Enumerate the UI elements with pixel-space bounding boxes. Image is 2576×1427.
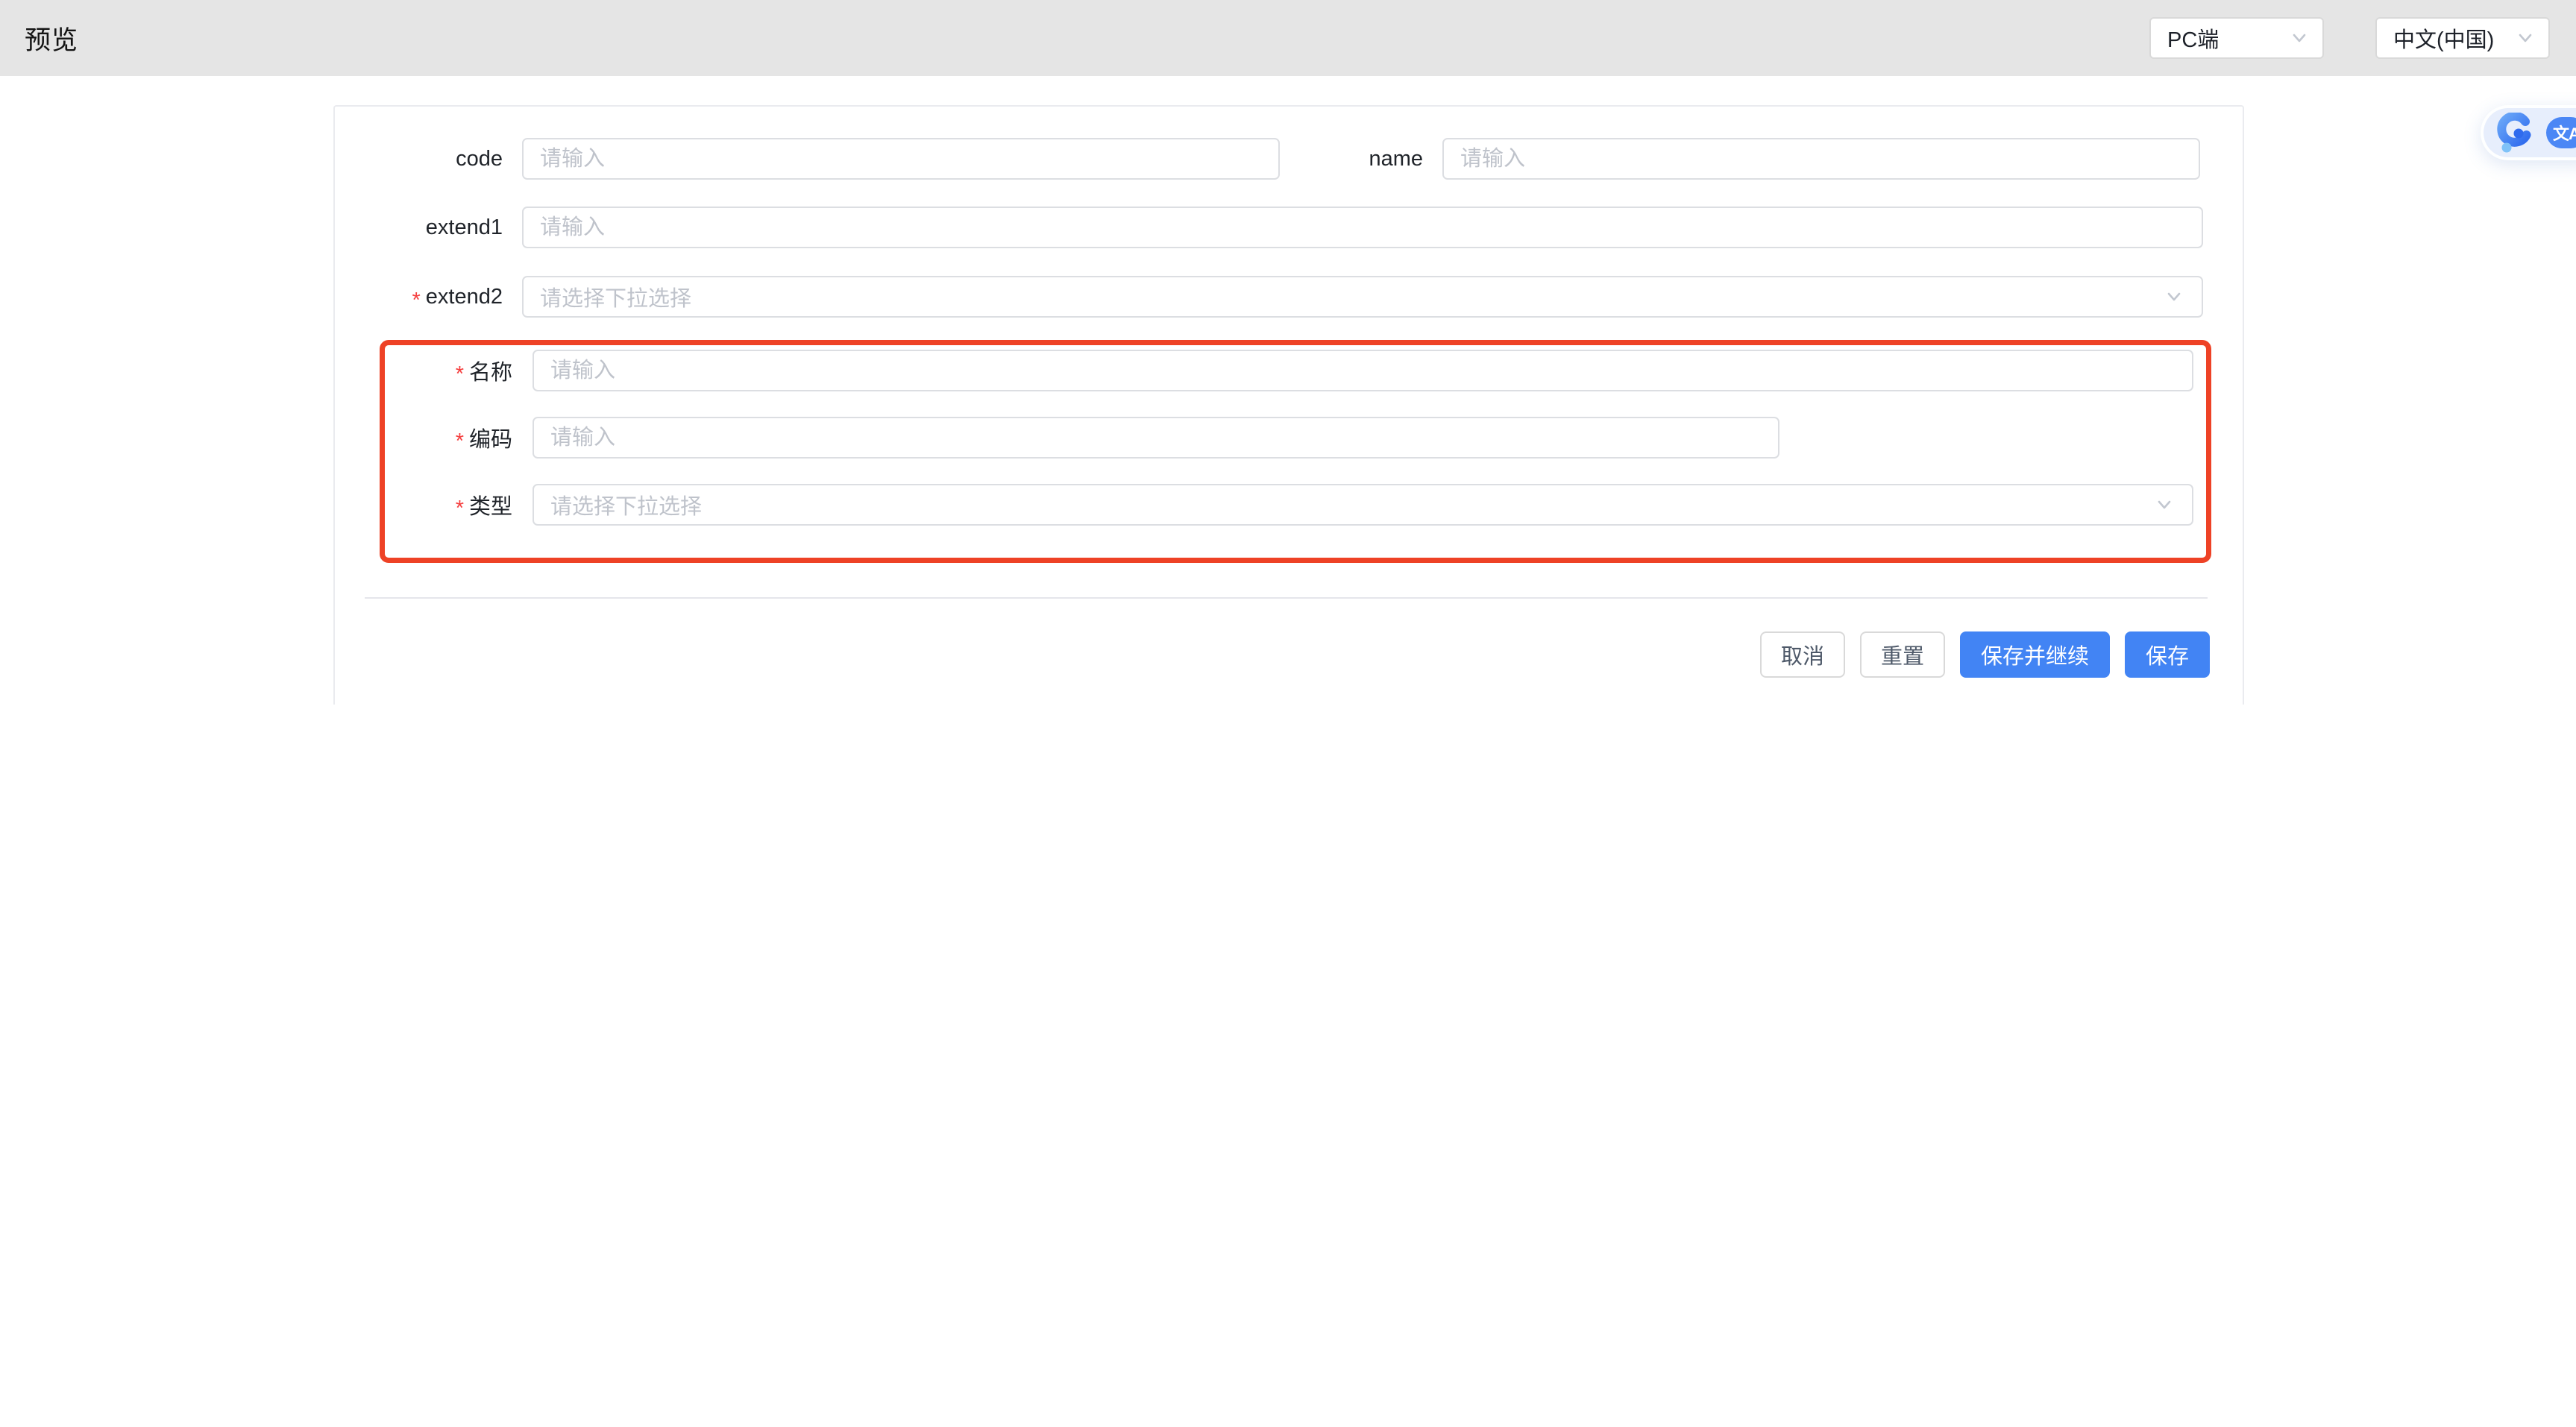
extend2-select[interactable]: 请选择下拉选择: [522, 276, 2203, 318]
chevron-down-icon: [2514, 27, 2536, 49]
extend1-input[interactable]: [522, 207, 2203, 248]
language-select-value: 中文(中国): [2393, 22, 2494, 54]
type-select[interactable]: 请选择下拉选择: [533, 484, 2193, 526]
extend2-label: * extend2: [335, 276, 522, 318]
translate-icon[interactable]: 文A: [2546, 117, 2576, 148]
chevron-down-icon: [2288, 27, 2310, 49]
code-input[interactable]: [522, 138, 1280, 180]
footer-divider: [365, 597, 2208, 599]
title-input[interactable]: [533, 350, 2193, 391]
extend2-select-placeholder: 请选择下拉选择: [540, 281, 691, 312]
form-row-extend1: extend1: [335, 207, 2243, 248]
save-and-continue-button[interactable]: 保存并继续: [1960, 631, 2110, 678]
required-asterisk: *: [456, 423, 464, 453]
name-label: name: [1280, 138, 1442, 180]
required-asterisk: *: [456, 491, 464, 520]
reset-button[interactable]: 重置: [1860, 631, 1945, 678]
form-row-code-name: code name: [335, 138, 2243, 180]
required-asterisk: *: [412, 283, 421, 312]
language-select[interactable]: 中文(中国): [2375, 17, 2550, 59]
form-card: code name extend1 * extend2 请选择下拉选择 * 名称: [333, 105, 2244, 705]
title-label: * 名称: [385, 350, 533, 391]
name-input[interactable]: [1442, 138, 2200, 180]
page-title: 预览: [25, 19, 78, 57]
header-selects: PC端 中文(中国): [2149, 17, 2550, 59]
device-select[interactable]: PC端: [2149, 17, 2324, 59]
preview-header: 预览 PC端 中文(中国): [0, 0, 2576, 76]
highlighted-field-group: * 名称 * 编码 * 类型 请选择下拉选择: [380, 340, 2211, 563]
form-row-title: * 名称: [385, 350, 2206, 391]
chevron-down-icon: [2153, 494, 2176, 516]
bianma-input[interactable]: [533, 417, 1779, 459]
cancel-button[interactable]: 取消: [1760, 631, 1845, 678]
form-row-type: * 类型 请选择下拉选择: [385, 484, 2206, 526]
type-select-placeholder: 请选择下拉选择: [550, 489, 702, 520]
code-label: code: [335, 138, 522, 180]
save-button[interactable]: 保存: [2125, 631, 2210, 678]
required-asterisk: *: [456, 356, 464, 385]
form-row-extend2: * extend2 请选择下拉选择: [335, 276, 2243, 318]
device-select-value: PC端: [2167, 22, 2219, 54]
assistant-logo-icon[interactable]: [2495, 113, 2534, 153]
extend1-label: extend1: [335, 207, 522, 248]
type-label: * 类型: [385, 484, 533, 526]
bianma-label: * 编码: [385, 417, 533, 459]
chevron-down-icon: [2163, 286, 2185, 308]
footer-buttons: 取消 重置 保存并继续 保存: [335, 631, 2243, 678]
assistant-widget[interactable]: 文A: [2481, 105, 2576, 160]
form-row-bianma: * 编码: [385, 417, 2206, 459]
